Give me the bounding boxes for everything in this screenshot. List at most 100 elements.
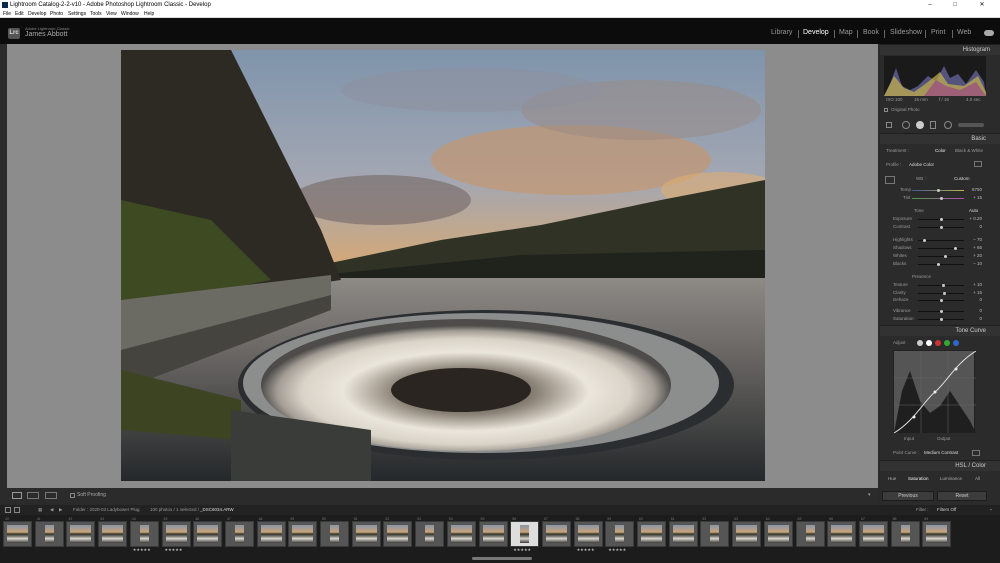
slider-value[interactable]: – 10	[962, 261, 982, 266]
filmstrip-thumbnail[interactable]: 61	[668, 517, 698, 547]
module-slideshow[interactable]: Slideshow	[890, 29, 922, 36]
spot-removal-icon[interactable]	[916, 121, 924, 129]
slider-value[interactable]: + 0.20	[962, 216, 982, 221]
histogram-graph[interactable]	[884, 56, 986, 96]
edit-point-curve-icon[interactable]	[972, 450, 980, 456]
slider-value[interactable]: 0	[962, 308, 982, 313]
temp-value[interactable]: 6750	[962, 187, 982, 192]
filmstrip-thumbnail[interactable]: 43	[98, 517, 128, 547]
module-map[interactable]: Map	[839, 29, 853, 36]
primary-window-icon[interactable]	[5, 507, 11, 513]
maximize-button[interactable]: □	[945, 0, 965, 10]
filmstrip-thumbnail[interactable]: 51	[351, 517, 381, 547]
point-curve-icon[interactable]	[926, 340, 932, 346]
profile-browser-icon[interactable]	[974, 161, 982, 167]
brush-icon[interactable]	[958, 123, 984, 127]
module-develop[interactable]: Develop	[803, 29, 829, 36]
folder-path[interactable]: Folder : 2020-03 Ladybower Plug	[73, 505, 140, 515]
slider-track[interactable]	[918, 248, 964, 249]
slider-knob[interactable]	[941, 284, 945, 287]
compare-icon[interactable]	[45, 492, 57, 499]
left-panel-collapsed[interactable]	[0, 44, 7, 508]
blue-channel-icon[interactable]	[953, 340, 959, 346]
slider-knob[interactable]	[939, 318, 943, 321]
original-photo-label[interactable]: Original Photo	[891, 107, 920, 112]
menu-edit[interactable]: Edit	[15, 10, 24, 18]
thumbnail-rating[interactable]: ★★★★★	[513, 547, 531, 552]
slider-knob[interactable]	[939, 310, 943, 313]
temp-slider-knob[interactable]	[937, 189, 940, 192]
slider-value[interactable]: + 15	[962, 290, 982, 295]
tint-slider-knob[interactable]	[940, 197, 943, 200]
filmstrip-thumbnail[interactable]: 46	[193, 517, 223, 547]
loupe-view-icon[interactable]	[12, 492, 22, 499]
filmstrip-thumbnail[interactable]: 40	[3, 517, 32, 547]
tint-value[interactable]: + 15	[962, 195, 982, 200]
hsl-tab-hue[interactable]: Hue	[888, 476, 896, 481]
menu-window[interactable]: Window	[121, 10, 139, 18]
filmstrip-thumbnail[interactable]: 42	[66, 517, 96, 547]
slider-track[interactable]	[918, 293, 964, 294]
crop-icon[interactable]	[902, 121, 910, 129]
red-channel-icon[interactable]	[935, 340, 941, 346]
module-library[interactable]: Library	[771, 29, 792, 36]
point-curve-select[interactable]: Medium Contrast	[924, 450, 958, 455]
graduated-filter-icon[interactable]	[930, 121, 936, 129]
wb-select[interactable]: Custom	[954, 176, 970, 181]
filmstrip-thumbnail[interactable]: 45	[161, 517, 191, 547]
wb-eyedropper-icon[interactable]	[885, 176, 895, 184]
filmstrip-thumbnail[interactable]: 65	[795, 517, 825, 547]
thumbnail-rating[interactable]: ★★★★★	[133, 547, 151, 552]
treatment-color[interactable]: Color	[935, 148, 946, 153]
slider-value[interactable]: + 10	[962, 282, 982, 287]
menu-develop[interactable]: Develop	[28, 10, 46, 18]
filmstrip-thumbnail[interactable]: 58	[573, 517, 603, 547]
grid-view-icon[interactable]: ▦	[38, 505, 42, 515]
thumbnail-rating[interactable]: ★★★★★	[577, 547, 595, 552]
hsl-header[interactable]: HSL / Color	[880, 460, 1000, 471]
secondary-window-icon[interactable]	[14, 507, 20, 513]
parametric-curve-icon[interactable]	[917, 340, 923, 346]
menu-help[interactable]: Help	[144, 10, 154, 18]
soft-proofing-checkbox[interactable]	[70, 493, 75, 498]
slider-track[interactable]	[918, 264, 964, 265]
tone-curve-graph[interactable]	[893, 350, 977, 434]
module-web[interactable]: Web	[957, 29, 971, 36]
filmstrip-thumbnail[interactable]: 47	[224, 517, 254, 547]
forward-icon[interactable]: ▶	[59, 505, 62, 515]
filmstrip-thumbnail[interactable]: 69	[922, 517, 952, 547]
filmstrip-thumbnail[interactable]: 44	[129, 517, 159, 547]
filmstrip-thumbnail[interactable]: 64	[763, 517, 793, 547]
radial-filter-icon[interactable]	[944, 121, 952, 129]
slider-track[interactable]	[918, 256, 964, 257]
filmstrip-thumbnail[interactable]: 66	[827, 517, 857, 547]
slider-knob[interactable]	[942, 292, 946, 295]
histogram-header[interactable]: Histogram	[880, 44, 1000, 55]
thumbnail-rating[interactable]: ★★★★★	[165, 547, 183, 552]
soft-proofing-label[interactable]: Soft Proofing	[77, 492, 106, 498]
cloud-icon[interactable]	[984, 30, 994, 36]
filmstrip-thumbnail[interactable]: 53	[415, 517, 445, 547]
filmstrip-thumbnail[interactable]: 55	[478, 517, 508, 547]
filmstrip-thumbnail[interactable]: 60	[637, 517, 666, 547]
hsl-tab-saturation[interactable]: Saturation	[908, 476, 929, 481]
minimize-button[interactable]: –	[920, 0, 940, 10]
back-icon[interactable]: ◀	[50, 505, 53, 515]
filmstrip-thumbnail[interactable]: 63	[732, 517, 762, 547]
basic-header[interactable]: Basic	[880, 133, 1000, 144]
module-print[interactable]: Print	[931, 29, 945, 36]
filter-select[interactable]: Filters Off	[937, 505, 956, 515]
grid-icon[interactable]	[886, 122, 892, 128]
profile-select[interactable]: Adobe Color	[909, 162, 934, 167]
hsl-tab-all[interactable]: All	[975, 476, 980, 481]
close-button[interactable]: ✕	[972, 0, 992, 10]
module-book[interactable]: Book	[863, 29, 879, 36]
slider-value[interactable]: 0	[962, 316, 982, 321]
filmstrip-thumbnail[interactable]: 62	[700, 517, 730, 547]
reset-button[interactable]: Reset	[937, 491, 987, 501]
slider-knob[interactable]	[939, 299, 943, 302]
filmstrip-thumbnail[interactable]: 59	[605, 517, 635, 547]
filmstrip-thumbnail[interactable]: 49	[288, 517, 318, 547]
filmstrip-thumbnail[interactable]: 54	[446, 517, 476, 547]
menu-file[interactable]: File	[3, 10, 11, 18]
